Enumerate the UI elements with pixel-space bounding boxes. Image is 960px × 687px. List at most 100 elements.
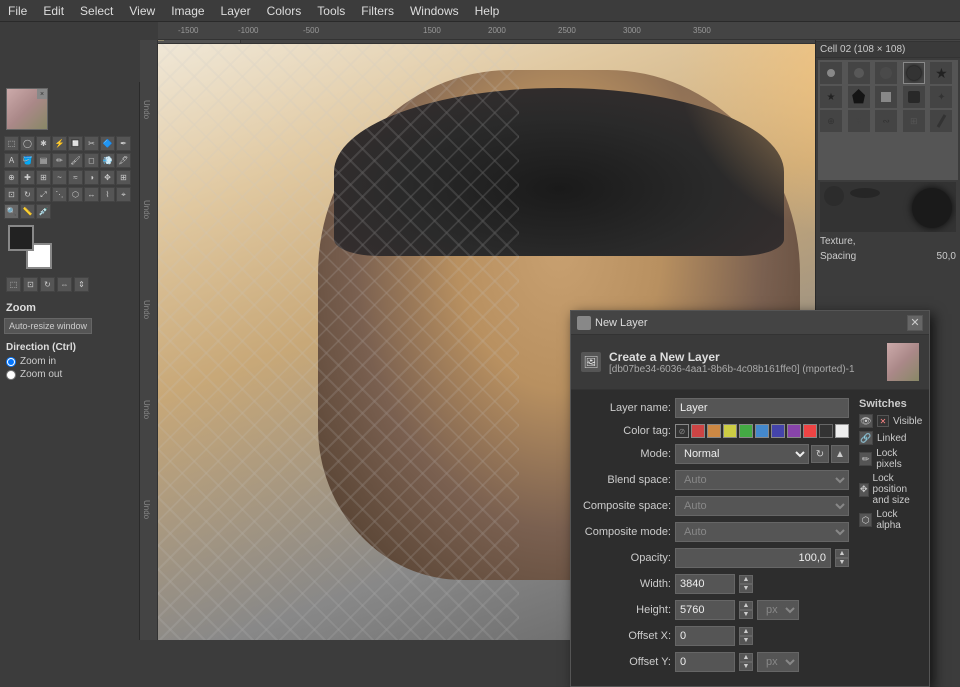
offset-y-spin-up[interactable]: ▲ (739, 653, 753, 662)
mode-select[interactable]: Normal (675, 444, 809, 464)
offset-x-input[interactable] (675, 626, 735, 646)
composite-space-select[interactable]: Auto (675, 496, 849, 516)
color-tag-blue[interactable] (771, 424, 785, 438)
color-tag-none[interactable]: ⊘ (675, 424, 689, 438)
tool-dodge-burn[interactable]: ◑ (84, 170, 99, 185)
tool-eraser[interactable]: ◻ (84, 153, 99, 168)
color-tag-dark[interactable] (819, 424, 833, 438)
height-spin-up[interactable]: ▲ (739, 601, 753, 610)
blend-space-select[interactable]: Auto (675, 470, 849, 490)
height-unit-select[interactable]: px (757, 600, 799, 620)
width-spin-up[interactable]: ▲ (739, 575, 753, 584)
tool-scale[interactable]: ⤢ (36, 187, 51, 202)
menu-view[interactable]: View (121, 2, 163, 20)
auto-resize-btn[interactable]: Auto-resize window (4, 318, 92, 334)
width-input[interactable] (675, 574, 735, 594)
brush-cell-7[interactable] (848, 86, 870, 108)
expand-icon[interactable]: ⇔ (57, 277, 72, 292)
offset-y-unit-select[interactable]: px (757, 652, 799, 672)
opacity-input[interactable] (675, 548, 831, 568)
brush-cell-12[interactable]: ✳ (848, 110, 870, 132)
composite-mode-select[interactable]: Auto (675, 522, 849, 542)
color-tag-white[interactable] (835, 424, 849, 438)
tool-rect-select[interactable]: ⬚ (4, 136, 19, 151)
color-tag-orange[interactable] (707, 424, 721, 438)
tool-paint-bucket[interactable]: 🪣 (20, 153, 35, 168)
menu-filters[interactable]: Filters (353, 2, 402, 20)
offset-x-spin-up[interactable]: ▲ (739, 627, 753, 636)
thumb-close-btn[interactable]: × (37, 89, 47, 99)
tool-scissor-select[interactable]: ✂ (84, 136, 99, 151)
tool-clone[interactable]: ⊕ (4, 170, 19, 185)
menu-help[interactable]: Help (467, 2, 508, 20)
brush-cell-4-selected[interactable] (903, 62, 925, 84)
menu-tools[interactable]: Tools (309, 2, 353, 20)
mode-info-btn[interactable]: ▲ (831, 445, 849, 463)
color-tag-cyan[interactable] (755, 424, 769, 438)
tool-ink[interactable]: 🖋 (116, 153, 131, 168)
zoom-fit-icon[interactable]: ⊡ (23, 277, 38, 292)
opacity-spin-up[interactable]: ▲ (835, 549, 849, 558)
collapse-icon[interactable]: ⇕ (74, 277, 89, 292)
brush-cell-10[interactable]: ✦ (930, 86, 952, 108)
brush-cell-13[interactable]: ∾ (875, 110, 897, 132)
tool-fuzzy-select[interactable]: ⚡ (52, 136, 67, 151)
tool-path[interactable]: ✒ (116, 136, 131, 151)
menu-file[interactable]: File (0, 2, 35, 20)
brush-cell-15[interactable] (930, 110, 952, 132)
tool-align[interactable]: ⊞ (116, 170, 131, 185)
brush-cell-1[interactable] (820, 62, 842, 84)
brush-cell-11[interactable]: ⊕ (820, 110, 842, 132)
new-image-icon[interactable]: ⬚ (6, 277, 21, 292)
zoom-in-radio[interactable] (6, 357, 16, 367)
tool-warp-transform[interactable]: ⌇ (100, 187, 115, 202)
height-input[interactable] (675, 600, 735, 620)
tool-measure[interactable]: 📏 (20, 204, 35, 219)
tool-heal[interactable]: ✚ (20, 170, 35, 185)
tool-color-picker[interactable]: 💉 (36, 204, 51, 219)
fg-color-swatch[interactable] (8, 225, 34, 251)
tool-smudge[interactable]: ≈ (68, 170, 83, 185)
brush-cell-6[interactable]: ★ (820, 86, 842, 108)
layer-name-input[interactable] (675, 398, 849, 418)
brush-cell-8[interactable] (875, 86, 897, 108)
zoom-out-radio[interactable] (6, 370, 16, 380)
dialog-close-btn[interactable]: ✕ (907, 315, 923, 331)
menu-select[interactable]: Select (72, 2, 121, 20)
brush-cell-14[interactable]: ⊞ (903, 110, 925, 132)
color-tag-red[interactable] (691, 424, 705, 438)
brush-cell-2[interactable] (848, 62, 870, 84)
tool-shear[interactable]: ⋱ (52, 187, 67, 202)
tool-gradient[interactable]: ▤ (36, 153, 51, 168)
tool-flip[interactable]: ↔ (84, 187, 99, 202)
tool-paintbrush[interactable]: 🖌 (68, 153, 83, 168)
color-tag-yellow[interactable] (723, 424, 737, 438)
tool-select-by-color[interactable]: 🔲 (68, 136, 83, 151)
rotate-icon[interactable]: ↻ (40, 277, 55, 292)
tool-move[interactable]: ✥ (100, 170, 115, 185)
tool-rotate[interactable]: ↻ (20, 187, 35, 202)
menu-colors[interactable]: Colors (259, 2, 310, 20)
offset-y-input[interactable] (675, 652, 735, 672)
offset-x-spin-down[interactable]: ▼ (739, 636, 753, 645)
visible-toggle[interactable]: ✕ (877, 415, 889, 427)
tool-blur-sharpen[interactable]: ~ (52, 170, 67, 185)
tool-ellipse-select[interactable]: ◯ (20, 136, 35, 151)
tool-text[interactable]: A (4, 153, 19, 168)
mode-reset-btn[interactable]: ↻ (811, 445, 829, 463)
tool-handle-transform[interactable]: ⌖ (116, 187, 131, 202)
menu-image[interactable]: Image (163, 2, 212, 20)
menu-layer[interactable]: Layer (213, 2, 259, 20)
brush-cell-5[interactable]: ★ (930, 62, 952, 84)
brush-cell-9[interactable] (903, 86, 925, 108)
color-tag-red2[interactable] (803, 424, 817, 438)
tool-free-select[interactable]: ✱ (36, 136, 51, 151)
tool-zoom[interactable]: 🔍 (4, 204, 19, 219)
tool-perspective-clone[interactable]: ⊞ (36, 170, 51, 185)
color-tag-purple[interactable] (787, 424, 801, 438)
width-spin-down[interactable]: ▼ (739, 584, 753, 593)
offset-y-spin-down[interactable]: ▼ (739, 662, 753, 671)
brush-cell-3[interactable] (875, 62, 897, 84)
color-tag-green[interactable] (739, 424, 753, 438)
height-spin-down[interactable]: ▼ (739, 610, 753, 619)
